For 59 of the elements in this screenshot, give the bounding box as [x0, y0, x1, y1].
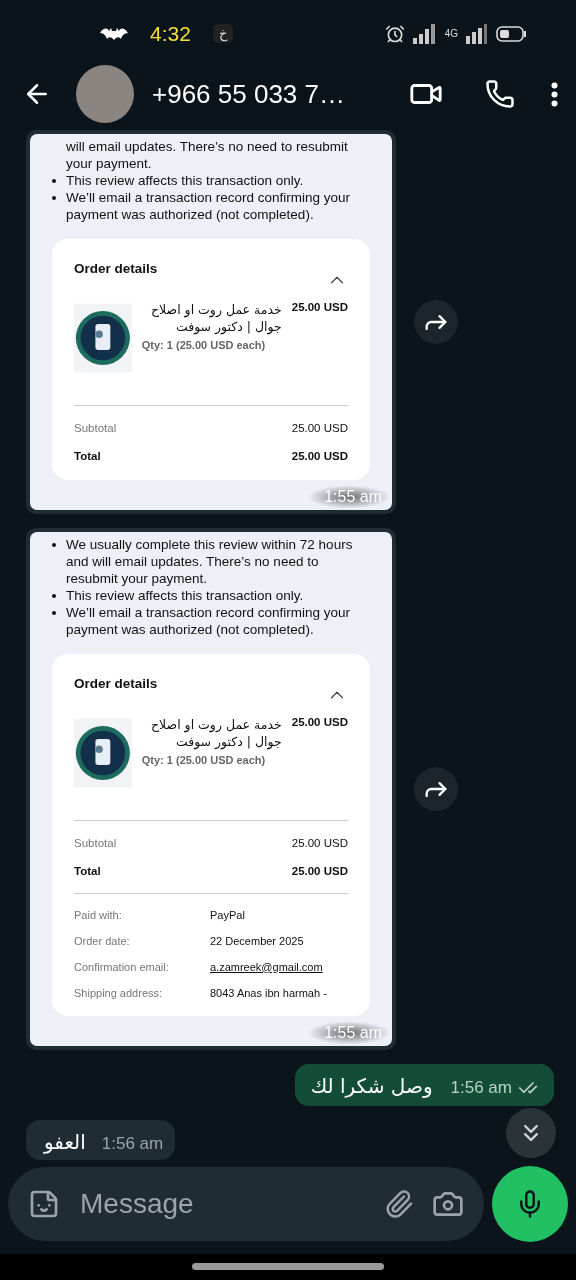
- product-name: خدمة عمل روت او اصلاح جوال | دكتور سوفت: [150, 715, 282, 750]
- alarm-icon: [384, 23, 405, 44]
- total-value: 25.00 USD: [291, 864, 348, 877]
- call-button[interactable]: [485, 79, 515, 110]
- bullet-text: This review affects this transaction only.: [52, 586, 370, 604]
- price-text: 25.00 USD: [291, 300, 348, 315]
- bullet-icon: [52, 593, 56, 598]
- total-label: Subtotal: [74, 421, 117, 434]
- battery-icon: [496, 25, 526, 42]
- total-value: 25.00 USD: [291, 421, 348, 434]
- message-time: 1:55 am: [310, 1021, 388, 1044]
- card-title: Order details: [74, 675, 158, 691]
- signal-icon: [412, 23, 437, 44]
- bullet-text: We usually complete this review within 72 hours and will email updates. There’s no need to resubmit your payment.: [52, 535, 370, 587]
- forward-button[interactable]: [414, 299, 458, 344]
- total-label: Total: [74, 449, 101, 462]
- attach-icon[interactable]: [384, 1188, 414, 1219]
- detail-label: Order date:: [74, 934, 131, 947]
- bullet-text: We’ll email a transaction record confirming your payment was authorized (not completed).: [52, 603, 370, 638]
- scroll-down-button[interactable]: [506, 1107, 556, 1158]
- message-input[interactable]: Message: [78, 1186, 366, 1221]
- detail-label: Confirmation email:: [74, 960, 170, 973]
- bullet-icon: [52, 195, 56, 200]
- message-text: العفو: [44, 1129, 86, 1154]
- message-text: وصل شكرا لك: [310, 1073, 433, 1098]
- bullet-icon: [52, 542, 56, 547]
- bullet-text: This review affects this transaction only.: [52, 171, 370, 189]
- bullet-text: will email updates. There’s no need to resubmit your payment.: [65, 137, 349, 172]
- detail-label: Paid with:: [74, 908, 123, 921]
- bullet-icon: [52, 178, 56, 183]
- quantity-text: Qty: 1 (25.00 USD each): [141, 753, 267, 766]
- bullet-icon: [52, 610, 56, 615]
- detail-label: Shipping address:: [74, 986, 164, 999]
- card-title: Order details: [74, 260, 158, 276]
- quantity-text: Qty: 1 (25.00 USD each): [141, 338, 267, 351]
- message-time: 1:56 am: [450, 1077, 538, 1098]
- network-type: 4G: [444, 28, 458, 40]
- contact-name[interactable]: +966 55 033 7…: [152, 78, 409, 110]
- detail-value: PayPal: [210, 908, 246, 921]
- bat-logo-icon: [100, 26, 128, 41]
- menu-icon: [551, 81, 558, 107]
- email-link: a.zamreek@gmail.com: [210, 960, 324, 973]
- message-time: 1:55 am: [310, 485, 388, 508]
- total-value: 25.00 USD: [291, 836, 348, 849]
- message-field[interactable]: Message: [8, 1166, 484, 1241]
- detail-value: 22 December 2025: [210, 934, 305, 947]
- total-label: Subtotal: [74, 836, 117, 849]
- signal-icon: [466, 23, 488, 44]
- total-value: 25.00 USD: [291, 449, 348, 462]
- clock-time: 4:32: [150, 21, 191, 46]
- product-name: خدمة عمل روت او اصلاح جوال | دكتور سوفت: [150, 300, 282, 335]
- forward-button[interactable]: [414, 766, 458, 811]
- notification-icon: خ: [212, 24, 233, 44]
- price-text: 25.00 USD: [291, 715, 348, 730]
- detail-value: 8043 Anas ibn harmah -: [210, 986, 328, 999]
- more-options-button[interactable]: [551, 81, 558, 107]
- bullet-text: We’ll email a transaction record confirming your payment was authorized (not completed).: [52, 188, 370, 223]
- message-time: 1:56 am: [101, 1133, 164, 1154]
- total-label: Total: [74, 864, 101, 877]
